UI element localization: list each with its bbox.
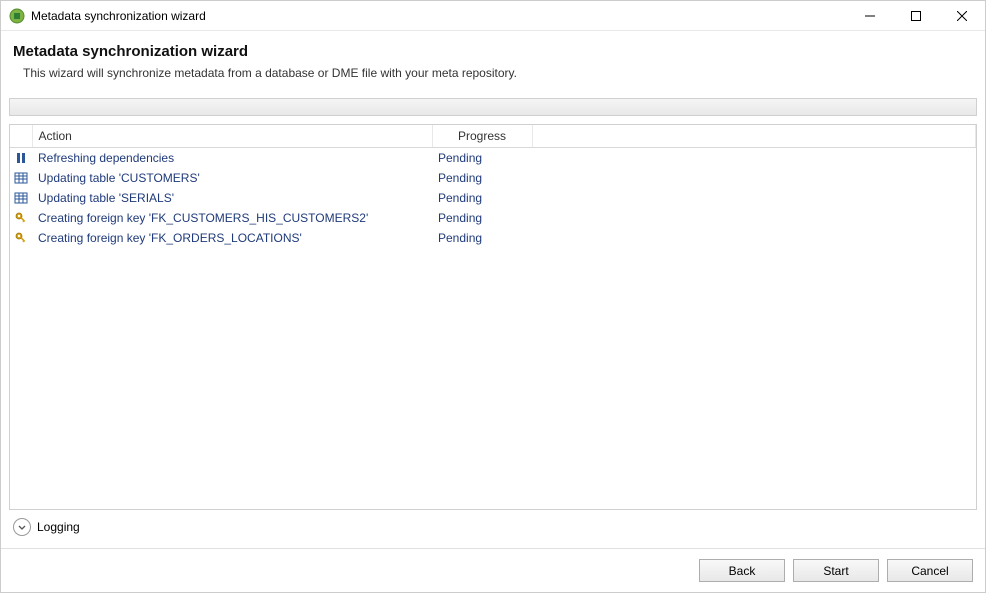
- dialog-footer: Back Start Cancel: [1, 548, 985, 592]
- row-action: Creating foreign key 'FK_CUSTOMERS_HIS_C…: [32, 208, 432, 228]
- app-icon: [9, 8, 25, 24]
- logging-row: Logging: [9, 510, 977, 540]
- row-empty: [532, 148, 976, 168]
- row-action: Refreshing dependencies: [32, 148, 432, 168]
- row-progress: Pending: [432, 188, 532, 208]
- row-icon: [10, 168, 32, 188]
- close-button[interactable]: [939, 1, 985, 30]
- row-empty: [532, 208, 976, 228]
- column-header-action[interactable]: Action: [32, 125, 432, 148]
- row-icon: [10, 228, 32, 248]
- table-row[interactable]: Updating table 'SERIALS'Pending: [10, 188, 976, 208]
- content-area: Action Progress Refreshing dependenciesP…: [1, 90, 985, 548]
- row-action: Updating table 'CUSTOMERS': [32, 168, 432, 188]
- row-progress: Pending: [432, 168, 532, 188]
- page-title: Metadata synchronization wizard: [13, 43, 973, 60]
- tasks-table: Action Progress Refreshing dependenciesP…: [10, 125, 976, 248]
- row-action: Creating foreign key 'FK_ORDERS_LOCATION…: [32, 228, 432, 248]
- column-header-icon[interactable]: [10, 125, 32, 148]
- row-empty: [532, 188, 976, 208]
- wizard-header: Metadata synchronization wizard This wiz…: [1, 31, 985, 90]
- window-title: Metadata synchronization wizard: [31, 9, 847, 23]
- minimize-button[interactable]: [847, 1, 893, 30]
- row-icon: [10, 188, 32, 208]
- cancel-button[interactable]: Cancel: [887, 559, 973, 582]
- logging-expand-icon[interactable]: [13, 518, 31, 536]
- column-header-progress[interactable]: Progress: [432, 125, 532, 148]
- table-row[interactable]: Updating table 'CUSTOMERS'Pending: [10, 168, 976, 188]
- titlebar: Metadata synchronization wizard: [1, 1, 985, 31]
- maximize-button[interactable]: [893, 1, 939, 30]
- row-empty: [532, 228, 976, 248]
- row-action: Updating table 'SERIALS': [32, 188, 432, 208]
- table-row[interactable]: Refreshing dependenciesPending: [10, 148, 976, 168]
- window-controls: [847, 1, 985, 30]
- table-row[interactable]: Creating foreign key 'FK_CUSTOMERS_HIS_C…: [10, 208, 976, 228]
- row-progress: Pending: [432, 228, 532, 248]
- row-progress: Pending: [432, 148, 532, 168]
- column-header-empty: [532, 125, 976, 148]
- row-empty: [532, 168, 976, 188]
- row-icon: [10, 208, 32, 228]
- row-icon: [10, 148, 32, 168]
- start-button[interactable]: Start: [793, 559, 879, 582]
- overall-progress-bar: [9, 98, 977, 116]
- logging-label: Logging: [37, 520, 80, 534]
- table-row[interactable]: Creating foreign key 'FK_ORDERS_LOCATION…: [10, 228, 976, 248]
- back-button[interactable]: Back: [699, 559, 785, 582]
- tasks-table-container: Action Progress Refreshing dependenciesP…: [9, 124, 977, 510]
- row-progress: Pending: [432, 208, 532, 228]
- page-subtitle: This wizard will synchronize metadata fr…: [13, 66, 973, 80]
